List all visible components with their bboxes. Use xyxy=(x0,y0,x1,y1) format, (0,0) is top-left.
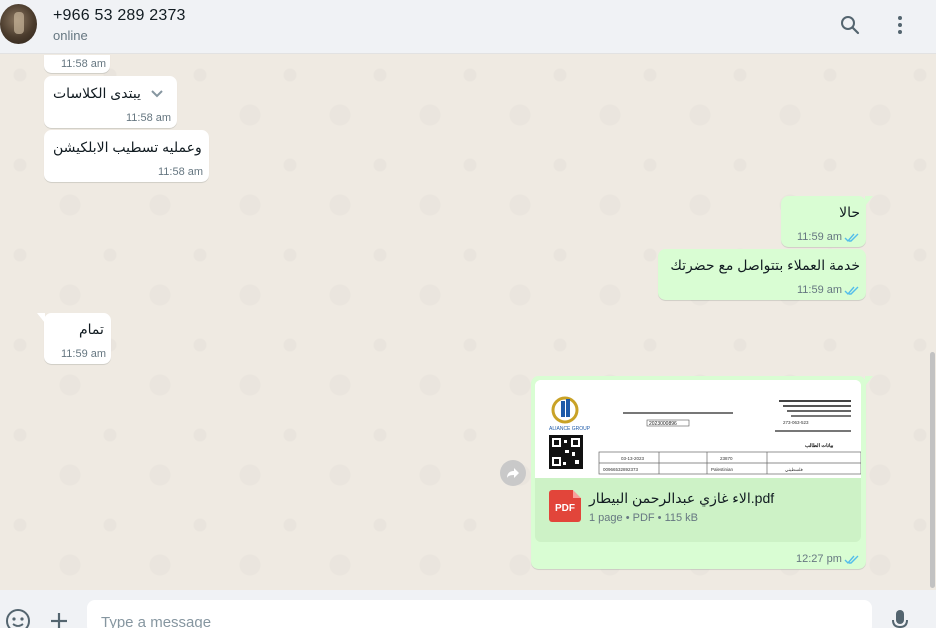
message-text: وعمليه تسطيب الابلكيشن xyxy=(53,139,202,155)
svg-text:23870: 23870 xyxy=(720,456,733,461)
document-preview[interactable]: ALIANCE GROUP 2023000896 273-063-523 بيا… xyxy=(535,380,861,478)
kebab-menu-icon[interactable] xyxy=(887,12,913,38)
message-text: حالا xyxy=(839,204,860,220)
svg-text:ALIANCE GROUP: ALIANCE GROUP xyxy=(549,426,591,432)
scrollbar-thumb[interactable] xyxy=(930,352,935,588)
chat-scrollbar[interactable] xyxy=(928,55,936,590)
svg-text:فلسطيني: فلسطيني xyxy=(785,467,804,472)
emoji-icon[interactable] xyxy=(5,608,31,628)
pdf-file-icon: PDF xyxy=(549,490,581,522)
plus-icon[interactable] xyxy=(46,608,72,628)
search-icon[interactable] xyxy=(837,12,863,38)
message-time: 11:59 am xyxy=(61,348,107,360)
message-time: 11:58 am xyxy=(61,58,107,70)
svg-text:2023000896: 2023000896 xyxy=(649,421,677,427)
composer-bar xyxy=(0,590,936,628)
svg-text:03-13-2023: 03-13-2023 xyxy=(621,456,645,461)
message-text: تمام xyxy=(79,321,104,337)
message-outgoing[interactable]: حالا 11:59 am xyxy=(781,196,873,247)
contact-status: online xyxy=(53,28,88,43)
svg-text:بيانات الطالب: بيانات الطالب xyxy=(805,443,834,449)
message-incoming[interactable]: وعمليه تسطيب الابلكيشن 11:58 am xyxy=(44,130,209,182)
message-time: 11:59 am xyxy=(797,284,843,296)
document-thumbnail: ALIANCE GROUP 2023000896 273-063-523 بيا… xyxy=(535,380,861,478)
read-ticks-icon xyxy=(844,555,859,565)
message-incoming[interactable]: تمام 11:59 am xyxy=(37,313,111,364)
svg-text:273-063-523: 273-063-523 xyxy=(783,420,809,425)
read-ticks-icon xyxy=(844,286,859,296)
message-text: يبتدى الكلاسات xyxy=(53,85,141,101)
message-incoming[interactable]: 11:58 am xyxy=(44,55,110,73)
mic-icon[interactable] xyxy=(887,608,913,628)
contact-name[interactable]: +966 53 289 2373 xyxy=(53,7,186,25)
forward-icon[interactable] xyxy=(500,460,526,486)
document-file-name: الاء غازي عبدالرحمن البيطار.pdf xyxy=(589,490,775,506)
message-input[interactable] xyxy=(87,600,872,628)
message-time: 12:27 pm xyxy=(796,553,842,565)
chat-header: +966 53 289 2373 online xyxy=(0,0,936,54)
message-text: خدمة العملاء بتتواصل مع حضرتك xyxy=(670,257,860,273)
document-file-info: 1 page • PDF • 115 kB xyxy=(589,512,699,524)
message-time: 11:58 am xyxy=(126,112,172,124)
message-time: 11:59 am xyxy=(797,231,843,243)
svg-text:00966532892373: 00966532892373 xyxy=(603,467,639,472)
svg-text:Palestinian: Palestinian xyxy=(711,467,734,472)
message-list[interactable]: 11:58 am يبتدى الكلاسات 11:58 am وعمليه … xyxy=(0,55,928,590)
read-ticks-icon xyxy=(844,233,859,243)
document-info-bar[interactable]: PDF الاء غازي عبدالرحمن البيطار.pdf 1 pa… xyxy=(535,478,861,542)
message-incoming[interactable]: يبتدى الكلاسات 11:58 am xyxy=(44,76,177,128)
document-message[interactable]: ALIANCE GROUP 2023000896 273-063-523 بيا… xyxy=(531,376,873,569)
contact-avatar[interactable] xyxy=(0,4,37,44)
chevron-down-icon[interactable] xyxy=(150,86,164,104)
message-outgoing[interactable]: خدمة العملاء بتتواصل مع حضرتك 11:59 am xyxy=(658,249,866,300)
message-time: 11:58 am xyxy=(158,166,204,178)
